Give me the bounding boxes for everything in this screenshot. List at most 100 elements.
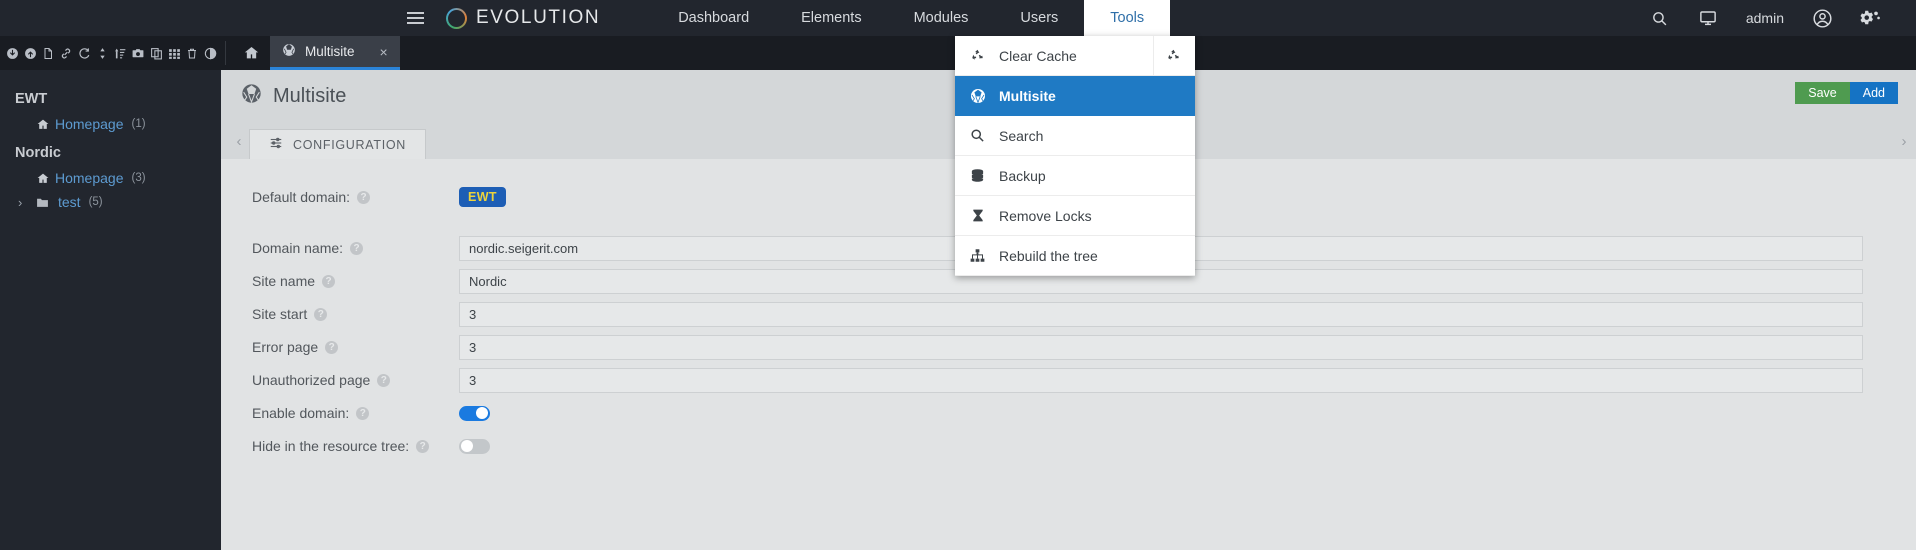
form-row-unauthorized-page: Unauthorized page ? xyxy=(221,366,1916,394)
form-row-error-page: Error page ? xyxy=(221,333,1916,361)
status-badge: EWT xyxy=(459,187,506,207)
gears-icon[interactable] xyxy=(1846,0,1894,36)
help-icon[interactable]: ? xyxy=(325,340,339,354)
page-actions: Save Add xyxy=(1795,82,1898,104)
menu-item-label: Search xyxy=(999,127,1044,144)
tree-group-nordic: Nordic xyxy=(15,145,61,161)
help-icon[interactable]: ? xyxy=(356,406,370,420)
menu-item-rebuild-the-tree[interactable]: Rebuild the tree xyxy=(955,236,1195,276)
field-label: Error page ? xyxy=(221,339,459,355)
tab-scroll-left-icon[interactable]: ‹ xyxy=(229,123,249,159)
grid-icon[interactable] xyxy=(165,36,183,70)
refresh-icon[interactable] xyxy=(75,36,93,70)
add-button[interactable]: Add xyxy=(1849,82,1898,104)
download-circle-icon[interactable] xyxy=(3,36,21,70)
multisite-globe-icon xyxy=(241,83,262,110)
page-title-label: Multisite xyxy=(273,85,347,107)
field-label-text: Error page xyxy=(252,339,319,355)
error-page-input[interactable] xyxy=(459,334,1863,360)
recycle-icon[interactable] xyxy=(1153,35,1181,76)
help-icon[interactable]: ? xyxy=(416,439,430,453)
brand-logo[interactable]: EVOLUTION xyxy=(446,7,600,29)
menu-item-search[interactable]: Search xyxy=(955,116,1195,156)
menu-item-label: Multisite xyxy=(999,87,1056,104)
search-icon xyxy=(969,128,986,143)
evolution-ring-icon xyxy=(446,8,467,29)
sliders-icon xyxy=(269,136,283,153)
search-icon[interactable] xyxy=(1636,0,1684,36)
nav-elements[interactable]: Elements xyxy=(775,0,887,36)
document-tab-multisite[interactable]: Multisite × xyxy=(270,36,400,70)
nav-users[interactable]: Users xyxy=(994,0,1084,36)
field-label-text: Hide in the resource tree: xyxy=(252,438,410,454)
toggle-knob xyxy=(461,440,473,452)
admin-username[interactable]: admin xyxy=(1732,10,1798,26)
unauthorized-page-input[interactable] xyxy=(459,367,1863,393)
field-label: Site start ? xyxy=(221,306,459,322)
home-icon xyxy=(36,118,50,131)
field-label: Enable domain: ? xyxy=(221,405,459,421)
menu-item-remove-locks[interactable]: Remove Locks xyxy=(955,196,1195,236)
tab-configuration[interactable]: CONFIGURATION xyxy=(249,129,427,159)
field-label: Site name ? xyxy=(221,273,459,289)
tree-group-ewt: EWT xyxy=(15,91,48,107)
help-icon[interactable]: ? xyxy=(357,190,371,204)
hourglass-icon xyxy=(969,208,986,223)
link-icon[interactable] xyxy=(57,36,75,70)
field-label-text: Enable domain: xyxy=(252,405,350,421)
hide-in-resource-tree-toggle[interactable] xyxy=(459,438,490,454)
monitor-icon[interactable] xyxy=(1684,0,1732,36)
field-label: Hide in the resource tree: ? xyxy=(221,438,459,454)
duplicate-icon[interactable] xyxy=(147,36,165,70)
menu-item-label: Rebuild the tree xyxy=(999,247,1098,264)
help-icon[interactable]: ? xyxy=(314,307,328,321)
field-label: Unauthorized page ? xyxy=(221,372,459,388)
menu-item-label: Backup xyxy=(999,167,1046,184)
contrast-icon[interactable] xyxy=(201,36,219,70)
form-row-hide-in-resource-tree: Hide in the resource tree: ? xyxy=(221,432,1916,460)
toolbar-icon-group xyxy=(0,36,219,70)
tree-item-count: (3) xyxy=(131,172,146,184)
resource-tree-sidebar: EWT Homepage (1) Nordic Homepage (3) › t… xyxy=(0,70,221,550)
sort-icon[interactable] xyxy=(111,36,129,70)
site-start-input[interactable] xyxy=(459,301,1863,327)
field-label-text: Site name xyxy=(252,273,316,289)
document-icon[interactable] xyxy=(39,36,57,70)
tools-dropdown-menu: Clear Cache Multisite Search Backup Remo… xyxy=(955,35,1195,276)
field-label-text: Default domain: xyxy=(252,189,351,205)
tree-item-homepage-ewt[interactable]: Homepage (1) xyxy=(0,112,221,136)
menu-item-label: Remove Locks xyxy=(999,207,1092,224)
nav-tools[interactable]: Tools xyxy=(1084,0,1171,36)
user-circle-icon[interactable] xyxy=(1798,0,1846,36)
updown-arrows-icon[interactable] xyxy=(93,36,111,70)
menu-item-backup[interactable]: Backup xyxy=(955,156,1195,196)
sitemap-icon xyxy=(969,248,986,263)
tree-item-count: (5) xyxy=(88,196,103,208)
home-icon xyxy=(36,172,50,185)
close-icon[interactable]: × xyxy=(380,44,388,60)
multisite-globe-icon xyxy=(969,88,986,104)
toggle-knob xyxy=(476,407,488,419)
tab-scroll-right-icon[interactable]: › xyxy=(1894,123,1914,159)
help-icon[interactable]: ? xyxy=(322,274,336,288)
chevron-right-icon[interactable]: › xyxy=(18,195,32,210)
tree-item-count: (1) xyxy=(131,118,146,130)
upload-circle-icon[interactable] xyxy=(21,36,39,70)
tree-item-homepage-nordic[interactable]: Homepage (3) xyxy=(0,166,221,190)
tab-label: CONFIGURATION xyxy=(293,137,407,152)
nav-dashboard[interactable]: Dashboard xyxy=(652,0,775,36)
help-icon[interactable]: ? xyxy=(350,241,364,255)
help-icon[interactable]: ? xyxy=(377,373,391,387)
hamburger-icon[interactable] xyxy=(402,0,428,36)
enable-domain-toggle[interactable] xyxy=(459,405,490,421)
trash-icon[interactable] xyxy=(183,36,201,70)
menu-item-clear-cache[interactable]: Clear Cache xyxy=(955,35,1195,76)
home-icon[interactable] xyxy=(232,36,270,70)
menu-item-trailing[interactable] xyxy=(1153,35,1181,76)
camera-icon[interactable] xyxy=(129,36,147,70)
menu-item-multisite[interactable]: Multisite xyxy=(955,76,1195,116)
save-button[interactable]: Save xyxy=(1795,82,1850,104)
folder-icon xyxy=(35,196,50,209)
tree-item-test[interactable]: › test (5) xyxy=(0,190,221,214)
nav-modules[interactable]: Modules xyxy=(888,0,995,36)
